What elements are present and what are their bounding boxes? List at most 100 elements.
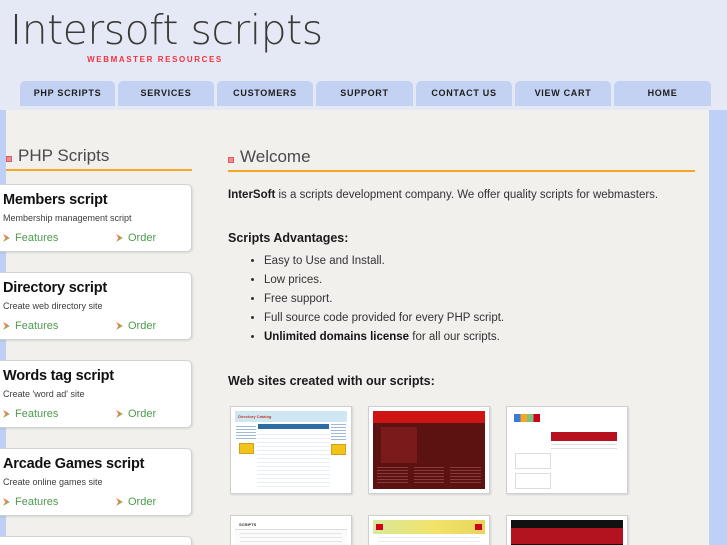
thumb-line	[331, 427, 346, 428]
content-heading-label: Welcome	[240, 147, 311, 166]
thumb-line	[413, 482, 445, 483]
thumbnail-image: SCRIPTS	[235, 520, 347, 545]
thumb-box	[515, 473, 551, 489]
order-link[interactable]: Order	[116, 496, 156, 508]
site-thumbnail-white-banner[interactable]	[506, 406, 628, 494]
features-link[interactable]: Features	[3, 496, 116, 508]
thumbnail-image: Directory Catalog	[235, 411, 347, 489]
thumb-brand: Directory Catalog	[238, 414, 272, 419]
thumb-line	[331, 430, 346, 431]
thumb-box	[515, 453, 551, 469]
nav-item-contact-us[interactable]: CONTACT US	[416, 81, 512, 106]
thumb-badge	[238, 443, 254, 454]
order-link[interactable]: Order	[116, 408, 156, 420]
thumb-column	[413, 465, 445, 485]
arrow-bullet-icon	[3, 498, 10, 506]
card-title: Directory script	[3, 280, 107, 296]
thumb-line	[413, 479, 445, 480]
thumb-line	[450, 473, 482, 474]
features-link[interactable]: Features	[3, 408, 116, 420]
advantage-bold: Unlimited domains license	[264, 331, 410, 343]
arrow-bullet-icon	[116, 234, 123, 242]
sidebar-heading: PHP Scripts	[6, 146, 192, 168]
thumb-line	[378, 541, 480, 542]
features-link-label: Features	[15, 320, 59, 332]
card-description: Create 'word ad' site	[3, 389, 85, 399]
sidebar-heading-block: PHP Scripts	[6, 146, 192, 171]
thumb-line	[413, 473, 445, 474]
site-logo[interactable]: Intersoft scripts WEBMASTER RESOURCES	[10, 6, 323, 64]
content-heading: Welcome	[228, 147, 695, 169]
thumbnail-image	[511, 520, 623, 545]
script-card-directory[interactable]: Directory script Create web directory si…	[0, 272, 192, 340]
thumb-line	[413, 467, 445, 468]
site-thumbnail-dark-red-listing[interactable]	[368, 406, 490, 494]
content-heading-block: Welcome	[228, 147, 695, 172]
card-description: Create online games site	[3, 477, 103, 487]
thumb-header	[373, 520, 485, 534]
features-link[interactable]: Features	[3, 320, 116, 332]
site-thumbnail-yellow-green[interactable]	[368, 515, 490, 545]
thumb-columns	[373, 463, 485, 487]
site-masthead: Intersoft scripts WEBMASTER RESOURCES	[0, 0, 727, 78]
sidebar-heading-label: PHP Scripts	[18, 146, 110, 165]
advantage-text: Full source code provided for every PHP …	[264, 312, 505, 324]
nav-item-home[interactable]: HOME	[614, 81, 711, 106]
features-link-label: Features	[15, 408, 59, 420]
intro-company-name: InterSoft	[228, 189, 276, 201]
thumb-header: Directory Catalog	[235, 411, 347, 422]
nav-item-support[interactable]: SUPPORT	[316, 81, 413, 106]
thumb-right-column	[330, 422, 347, 488]
nav-item-php-scripts[interactable]: PHP SCRIPTS	[20, 81, 115, 106]
site-thumbnail-grid: Directory Catalog SCRIPTS	[230, 406, 699, 545]
card-title: Arcade Games script	[3, 456, 145, 472]
script-card-words-tag[interactable]: Words tag script Create 'word ad' site F…	[0, 360, 192, 428]
arrow-bullet-icon	[3, 234, 10, 242]
site-thumbnail-white-scripts[interactable]: SCRIPTS	[230, 515, 352, 545]
advantages-title: Scripts Advantages:	[228, 231, 349, 245]
thumb-left-icon	[376, 524, 383, 530]
advantages-list: Easy to Use and Install. Low prices. Fre…	[244, 252, 504, 347]
nav-item-view-cart[interactable]: VIEW CART	[515, 81, 611, 106]
list-item: Unlimited domains license for all our sc…	[264, 328, 504, 347]
features-link[interactable]: Features	[3, 232, 116, 244]
thumb-banner	[551, 432, 617, 441]
site-thumbnail-black-red[interactable]	[506, 515, 628, 545]
thumb-line	[413, 470, 445, 471]
script-card-arcade-games[interactable]: Arcade Games script Create online games …	[0, 448, 192, 516]
order-link[interactable]: Order	[116, 232, 156, 244]
logo-tagline: WEBMASTER RESOURCES	[87, 55, 223, 64]
main-navigation: PHP SCRIPTS SERVICES CUSTOMERS SUPPORT C…	[0, 78, 727, 110]
nav-item-services[interactable]: SERVICES	[118, 81, 214, 106]
nav-tab-strip: PHP SCRIPTS SERVICES CUSTOMERS SUPPORT C…	[20, 81, 711, 106]
nav-item-customers[interactable]: CUSTOMERS	[217, 81, 313, 106]
card-links: Features Order	[3, 408, 182, 420]
thumbnail-image	[373, 520, 485, 545]
card-description: Membership management script	[3, 213, 132, 223]
thumb-line	[236, 426, 256, 427]
thumb-line	[377, 482, 408, 483]
thumb-badge	[331, 444, 346, 455]
thumbnail-image	[511, 411, 623, 489]
card-description: Create web directory site	[3, 301, 103, 311]
features-link-label: Features	[15, 496, 59, 508]
thumb-line	[240, 537, 342, 538]
script-card-link-bid-directory[interactable]: Link Bid Directory script Create your ow…	[0, 536, 192, 545]
advantage-text: Low prices.	[264, 274, 323, 286]
thumb-left-column	[235, 422, 257, 488]
thumb-line	[331, 433, 346, 434]
script-card-members[interactable]: Members script Membership management scr…	[0, 184, 192, 252]
body-inner: PHP Scripts Members script Membership ma…	[0, 110, 709, 545]
thumb-line	[377, 467, 408, 468]
thumb-line	[551, 444, 617, 445]
order-link-label: Order	[128, 496, 157, 508]
list-item: Full source code provided for every PHP …	[264, 309, 504, 328]
thumb-column	[450, 465, 482, 485]
thumb-line	[378, 537, 480, 538]
thumb-right-icon	[475, 524, 482, 530]
site-thumbnail-directory-catalog[interactable]: Directory Catalog	[230, 406, 352, 494]
thumb-line	[450, 479, 482, 480]
thumb-line	[236, 438, 256, 439]
order-link[interactable]: Order	[116, 320, 156, 332]
thumb-line	[377, 476, 408, 477]
